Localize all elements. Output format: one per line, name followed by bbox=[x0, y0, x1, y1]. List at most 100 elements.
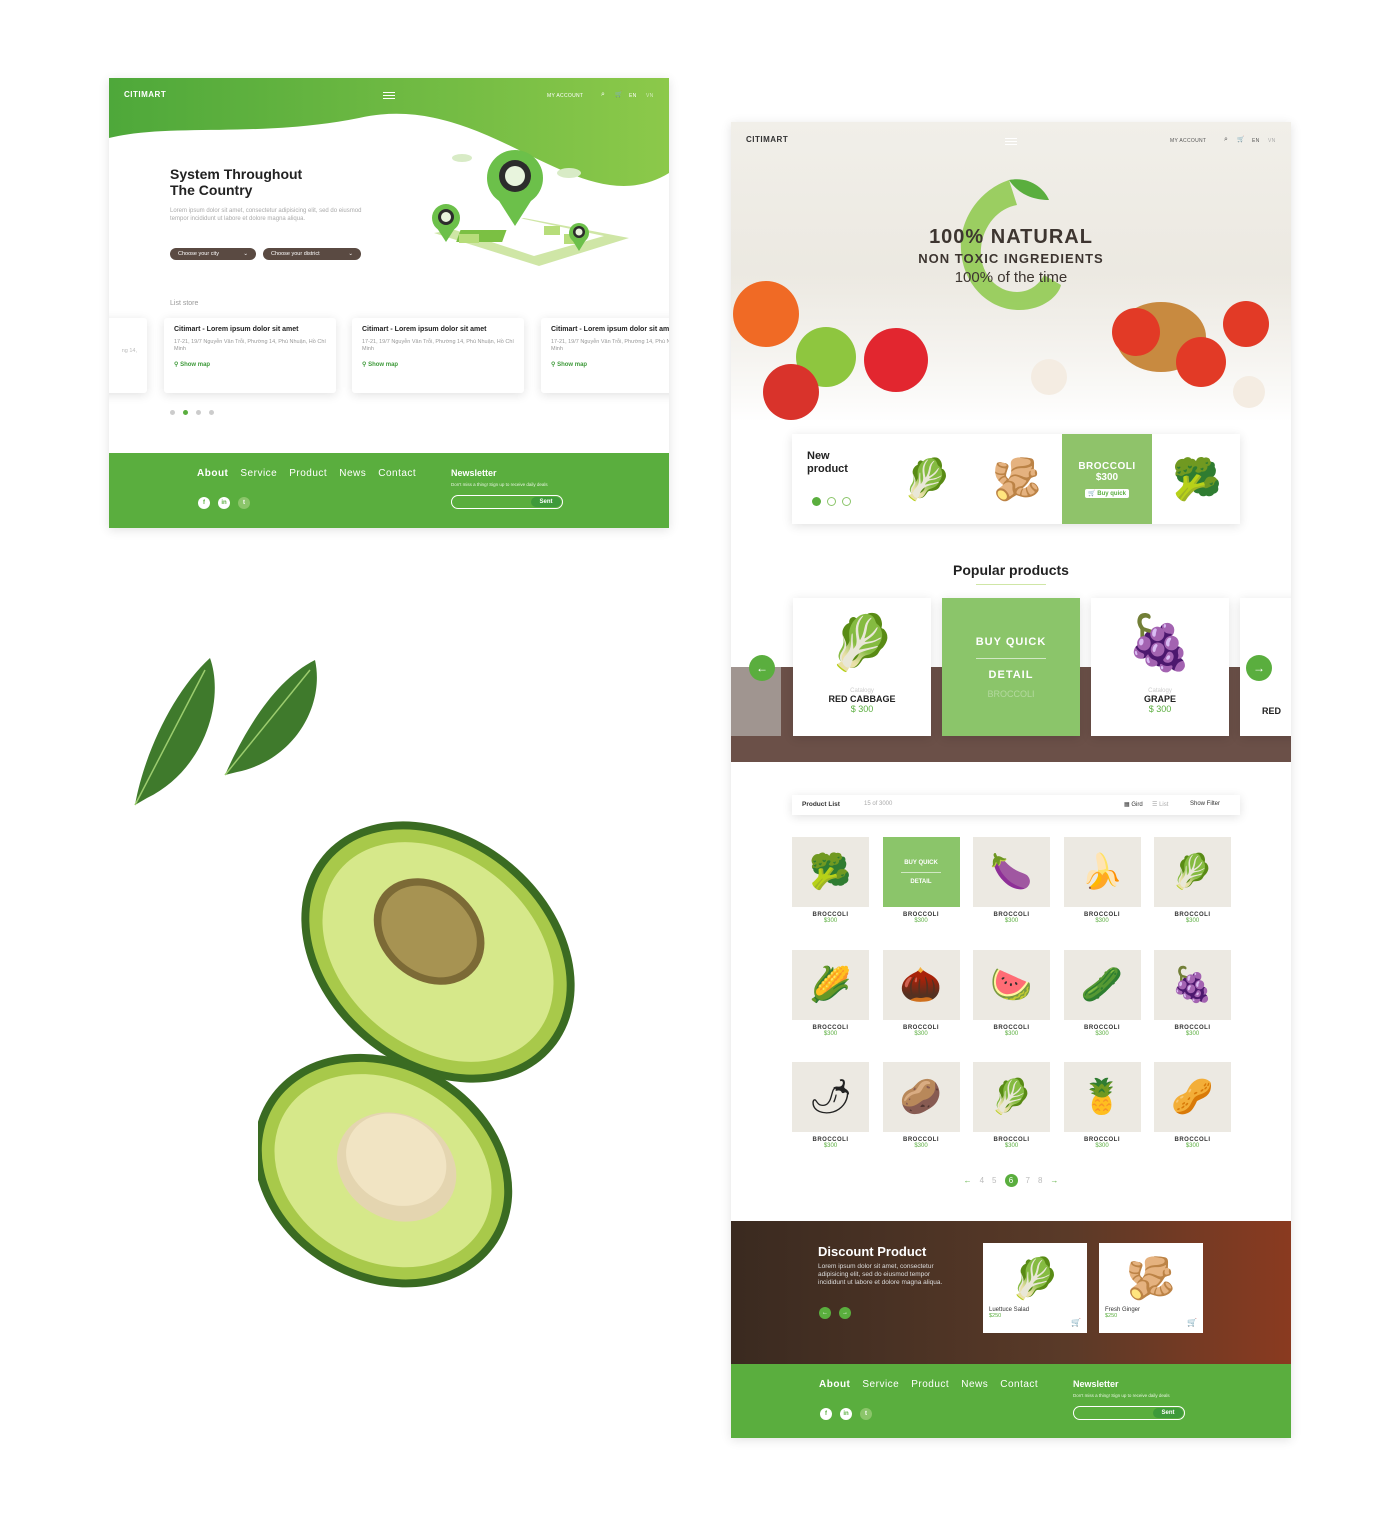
footer-link-about[interactable]: About bbox=[197, 468, 228, 479]
page-link[interactable]: 4 bbox=[980, 1176, 984, 1185]
detail-button[interactable]: DETAIL bbox=[910, 879, 931, 885]
product-card[interactable]: 🍇 BROCCOLI $300 bbox=[1154, 949, 1231, 1042]
cart-icon[interactable]: 🛒 bbox=[1071, 1318, 1081, 1327]
new-product-item[interactable]: 🥬 bbox=[882, 434, 972, 524]
product-card[interactable]: 🥬 BROCCOLI $300 bbox=[1154, 837, 1231, 929]
carousel-dot-active[interactable] bbox=[183, 410, 188, 415]
footer-link-news[interactable]: News bbox=[961, 1379, 988, 1390]
page-link-current[interactable]: 6 bbox=[1004, 1174, 1018, 1187]
product-card[interactable]: 🥬 BROCCOLI $300 bbox=[973, 1062, 1050, 1154]
arrow-left-icon[interactable]: ← bbox=[964, 1176, 972, 1185]
buy-quick-button[interactable]: 🛒 Buy quick bbox=[1085, 488, 1129, 498]
product-card[interactable]: 🍌 BROCCOLI $300 bbox=[1063, 837, 1141, 929]
grid-view-toggle[interactable]: ▦ Gird bbox=[1124, 801, 1143, 808]
show-map-link[interactable]: ⚲ Show map bbox=[174, 361, 326, 368]
arrow-left-icon[interactable]: ← bbox=[819, 1307, 831, 1319]
arrow-right-icon[interactable]: → bbox=[1050, 1176, 1058, 1185]
discount-product-card[interactable]: 🫚 Fresh Ginger $250 🛒 bbox=[1099, 1243, 1203, 1333]
carousel-dot[interactable] bbox=[827, 497, 836, 506]
popular-product-card-highlighted[interactable]: BUY QUICK DETAIL BROCCOLI bbox=[942, 598, 1080, 736]
search-icon[interactable]: ⌕ bbox=[1224, 136, 1228, 144]
product-card[interactable]: 🍆 BROCCOLI $300 bbox=[973, 837, 1050, 929]
footer-link-service[interactable]: Service bbox=[240, 468, 277, 479]
my-account-link[interactable]: MY ACCOUNT bbox=[1170, 138, 1206, 144]
footer-link-about[interactable]: About bbox=[819, 1379, 850, 1390]
carousel-dot-active[interactable] bbox=[812, 497, 821, 506]
list-view-toggle[interactable]: ☰ List bbox=[1152, 801, 1168, 808]
twitter-icon[interactable]: t bbox=[860, 1408, 872, 1420]
carousel-dot[interactable] bbox=[196, 410, 201, 415]
carousel-dot[interactable] bbox=[170, 410, 175, 415]
footer-link-product[interactable]: Product bbox=[911, 1379, 949, 1390]
twitter-icon[interactable]: t bbox=[238, 497, 250, 509]
facebook-icon[interactable]: f bbox=[198, 497, 210, 509]
map-illustration bbox=[432, 150, 629, 266]
footer-link-contact[interactable]: Contact bbox=[378, 468, 416, 479]
product-card[interactable]: 🍉 BROCCOLI $300 bbox=[973, 949, 1050, 1042]
logo[interactable]: CITIMART bbox=[124, 90, 166, 99]
product-card[interactable]: 🌽 BROCCOLI $300 bbox=[792, 949, 869, 1042]
product-card[interactable]: 🌰 BROCCOLI $300 bbox=[882, 949, 960, 1042]
carousel-dot[interactable] bbox=[842, 497, 851, 506]
facebook-icon[interactable]: f bbox=[820, 1408, 832, 1420]
product-card[interactable]: 🍍 BROCCOLI $300 bbox=[1063, 1062, 1141, 1154]
arrow-right-icon[interactable]: → bbox=[1246, 655, 1272, 681]
cart-icon[interactable]: 🛒 bbox=[1237, 136, 1245, 143]
lang-en[interactable]: EN bbox=[1252, 138, 1260, 144]
cart-icon[interactable]: 🛒 bbox=[615, 91, 623, 98]
detail-button[interactable]: DETAIL bbox=[989, 669, 1034, 681]
lang-vn[interactable]: VN bbox=[646, 93, 654, 99]
store-card[interactable]: Citimart - Lorem ipsum dolor sit amet 17… bbox=[541, 318, 669, 393]
newsletter-email-input[interactable]: Sent bbox=[451, 495, 563, 509]
footer-link-contact[interactable]: Contact bbox=[1000, 1379, 1038, 1390]
product-card[interactable]: 🥜 BROCCOLI $300 bbox=[1154, 1062, 1231, 1154]
menu-icon[interactable] bbox=[381, 90, 397, 101]
popular-product-card[interactable]: 🍇 Catalogy GRAPE $ 300 bbox=[1091, 598, 1229, 736]
cart-icon[interactable]: 🛒 bbox=[1187, 1318, 1197, 1327]
new-product-item-highlighted[interactable]: BROCCOLI $300 🛒 Buy quick bbox=[1062, 434, 1152, 524]
popular-products-title: Popular products bbox=[953, 562, 1069, 578]
send-button[interactable]: Sent bbox=[531, 497, 561, 507]
arrow-left-icon[interactable]: ← bbox=[749, 655, 775, 681]
cart-icon: 🛒 bbox=[1088, 490, 1096, 497]
product-card[interactable]: 🥒 BROCCOLI $300 bbox=[1063, 949, 1141, 1042]
city-select[interactable]: Choose your city ⌄ bbox=[170, 248, 256, 260]
linkedin-icon[interactable]: in bbox=[218, 497, 230, 509]
store-card[interactable]: Citimart - Lorem ipsum dolor sit amet 17… bbox=[352, 318, 524, 393]
product-card[interactable]: 🥦 BROCCOLI $300 bbox=[792, 837, 869, 929]
carousel-dot[interactable] bbox=[209, 410, 214, 415]
buy-quick-button[interactable]: BUY QUICK bbox=[904, 860, 938, 866]
popular-product-card[interactable]: 🥬 Catalogy RED CABBAGE $ 300 bbox=[793, 598, 931, 736]
product-card[interactable]: 🥔 BROCCOLI $300 bbox=[882, 1062, 960, 1154]
footer-link-product[interactable]: Product bbox=[289, 468, 327, 479]
menu-icon[interactable] bbox=[1003, 136, 1019, 147]
store-card-partial[interactable]: ng 14, bbox=[109, 318, 147, 393]
send-button[interactable]: Sent bbox=[1153, 1408, 1183, 1418]
newsletter-email-input[interactable]: Sent bbox=[1073, 1406, 1185, 1420]
show-map-link[interactable]: ⚲ Show map bbox=[362, 361, 514, 368]
footer-link-news[interactable]: News bbox=[339, 468, 366, 479]
product-card[interactable]: 🌶 BROCCOLI $300 bbox=[792, 1062, 869, 1154]
new-product-item[interactable]: 🫚 bbox=[972, 434, 1062, 524]
page-link[interactable]: 5 bbox=[992, 1176, 996, 1185]
new-product-item[interactable]: 🥦 bbox=[1152, 434, 1242, 524]
district-select[interactable]: Choose your district ⌄ bbox=[263, 248, 361, 260]
logo[interactable]: CITIMART bbox=[746, 135, 788, 144]
buy-quick-button[interactable]: BUY QUICK bbox=[976, 636, 1047, 648]
footer-link-service[interactable]: Service bbox=[862, 1379, 899, 1390]
arrow-right-icon[interactable]: → bbox=[839, 1307, 851, 1319]
linkedin-icon[interactable]: in bbox=[840, 1408, 852, 1420]
discount-section: Discount Product Lorem ipsum dolor sit a… bbox=[731, 1221, 1291, 1364]
show-filter-button[interactable]: Show Filter bbox=[1190, 801, 1220, 807]
product-price: $300 bbox=[1185, 1030, 1200, 1037]
show-map-link[interactable]: ⚲ Show map bbox=[551, 361, 669, 368]
page-link[interactable]: 8 bbox=[1038, 1176, 1042, 1185]
store-card[interactable]: Citimart - Lorem ipsum dolor sit amet 17… bbox=[164, 318, 336, 393]
my-account-link[interactable]: MY ACCOUNT bbox=[547, 93, 583, 99]
product-card[interactable]: BUY QUICK DETAIL BROCCOLI $300 bbox=[882, 837, 960, 929]
discount-product-card[interactable]: 🥬 Luettuce Salad $250 🛒 bbox=[983, 1243, 1087, 1333]
lang-en[interactable]: EN bbox=[629, 93, 637, 99]
page-link[interactable]: 7 bbox=[1026, 1176, 1030, 1185]
search-icon[interactable]: ⌕ bbox=[601, 91, 605, 99]
lang-vn[interactable]: VN bbox=[1268, 138, 1276, 144]
